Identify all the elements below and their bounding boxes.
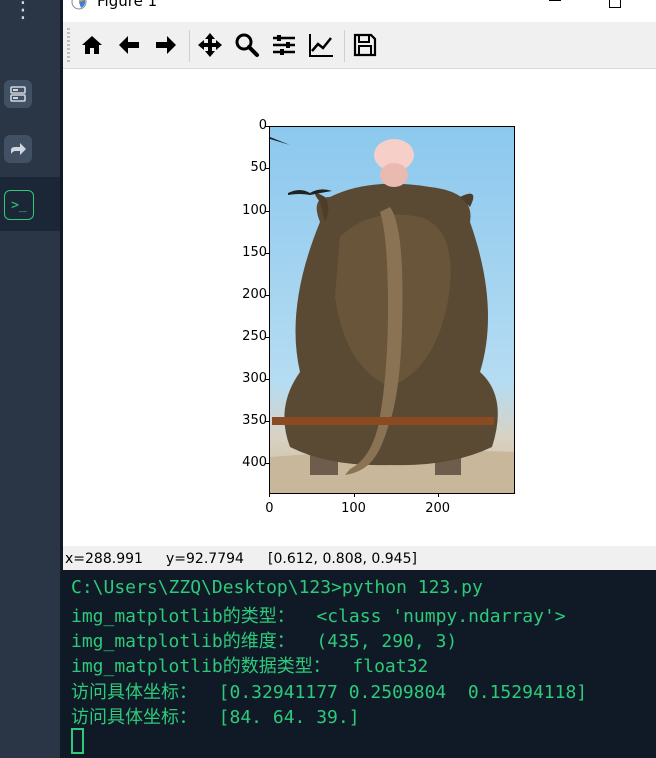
figure-window: Figure 1 0 50 100 150 200 250 300 350 40… [63, 0, 656, 570]
y-tick-label: 50 [250, 160, 267, 176]
terminal-line: img_matplotlib的类型： <class 'numpy.ndarray… [71, 606, 566, 627]
x-tick-label: 100 [341, 501, 366, 516]
x-tick-label: 0 [265, 501, 274, 516]
terminal-line: img_matplotlib的维度： (435, 290, 3) [71, 631, 458, 652]
elephant-image [270, 137, 514, 493]
home-button[interactable] [77, 30, 107, 60]
y-tick-label: 300 [242, 370, 267, 386]
toolbar-grip[interactable] [67, 28, 70, 62]
minimize-button[interactable] [549, 0, 561, 1]
toolbar [63, 22, 656, 69]
customize-button[interactable] [306, 30, 336, 60]
y-tick-label: 150 [242, 244, 267, 260]
status-y: y=92.7794 [166, 551, 244, 567]
y-tick-label: 0 [258, 118, 267, 134]
maximize-button[interactable] [609, 0, 621, 8]
back-button[interactable] [114, 30, 144, 60]
y-tick-label: 250 [242, 328, 267, 344]
terminal-line: 访问具体坐标： [0.32941177 0.2509804 0.15294118… [71, 682, 588, 703]
y-tick-label: 200 [242, 286, 267, 302]
terminal-panel[interactable]: C:\Users\ZZQ\Desktop\123>python 123.py i… [63, 572, 656, 758]
home-icon [82, 36, 102, 54]
forward-button[interactable] [151, 30, 181, 60]
line-chart-icon [309, 34, 333, 57]
more-options-icon[interactable]: ⋮ [12, 0, 34, 22]
terminal-line: img_matplotlib的数据类型： float32 [71, 656, 429, 677]
status-bar: x=288.991 y=92.7794 [0.612, 0.808, 0.945… [63, 546, 656, 570]
toolbar-separator [344, 30, 345, 62]
share-icon[interactable] [4, 135, 32, 163]
zoom-button[interactable] [232, 30, 262, 60]
status-pixel-value: [0.612, 0.808, 0.945] [268, 551, 417, 567]
magnifier-icon [235, 33, 259, 57]
terminal-line: 访问具体坐标： [84. 64. 39.] [71, 707, 360, 728]
plot-canvas[interactable]: 0 50 100 150 200 250 300 350 400 0 100 200 [63, 69, 656, 546]
terminal-line: C:\Users\ZZQ\Desktop\123>python 123.py [71, 577, 483, 598]
arrow-left-icon [119, 36, 139, 54]
sidebar: ⋮ >_ [0, 0, 60, 758]
terminal-icon[interactable]: >_ [4, 190, 34, 220]
matplotlib-logo-icon [71, 0, 87, 10]
sliders-icon [273, 35, 295, 55]
floppy-disk-icon [353, 33, 377, 57]
image-axes[interactable] [269, 126, 515, 494]
y-tick-label: 100 [242, 202, 267, 218]
x-tick-label: 200 [425, 501, 451, 516]
save-button[interactable] [350, 30, 380, 60]
toolbar-separator [189, 30, 190, 62]
subplots-button[interactable] [269, 30, 299, 60]
y-tick-label: 350 [242, 412, 267, 428]
server-icon[interactable] [4, 80, 32, 108]
window-title: Figure 1 [97, 0, 158, 10]
arrow-right-icon [156, 36, 176, 54]
move-icon [198, 33, 222, 57]
y-tick-label: 400 [242, 454, 267, 470]
status-x: x=288.991 [65, 551, 143, 567]
pan-button[interactable] [195, 30, 225, 60]
title-bar: Figure 1 [63, 0, 656, 20]
terminal-cursor [71, 728, 84, 754]
